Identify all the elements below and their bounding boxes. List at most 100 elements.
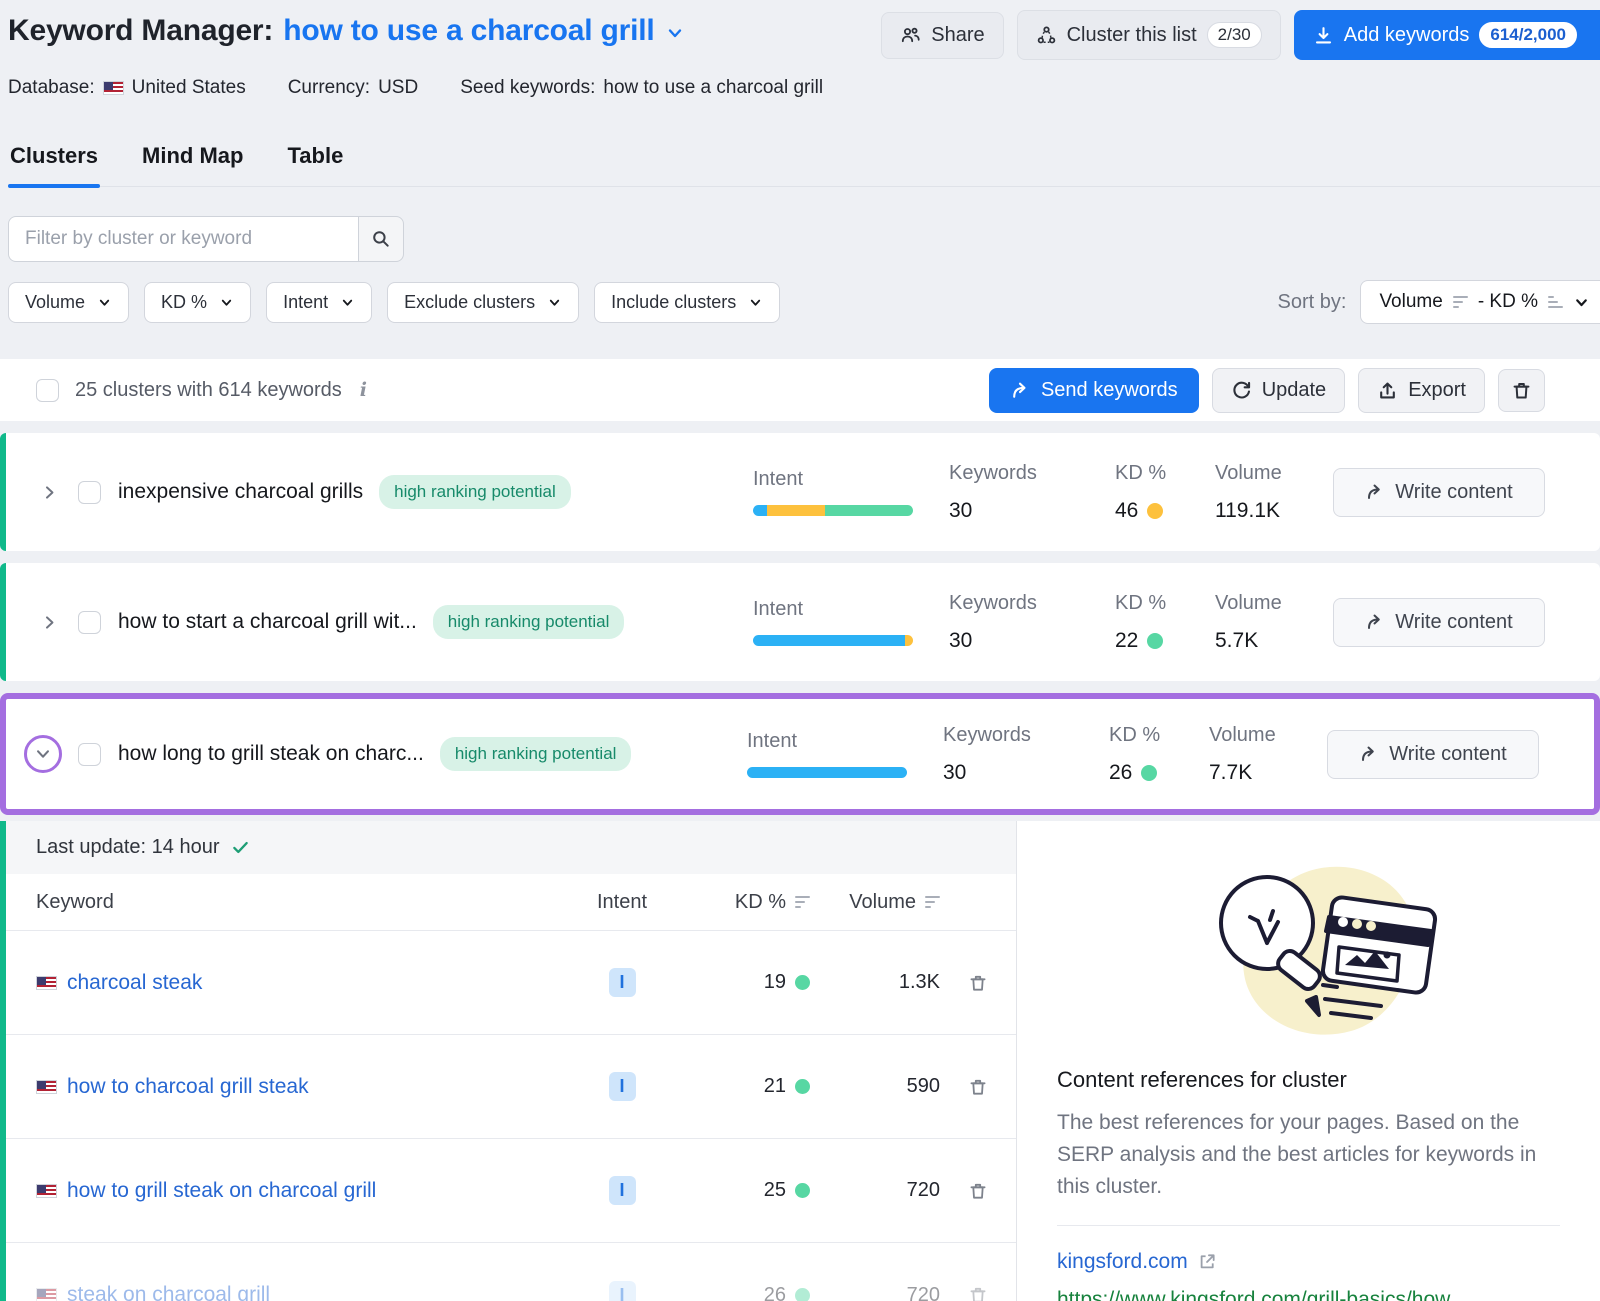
volume-filter[interactable]: Volume — [8, 282, 129, 323]
delete-keyword-button[interactable] — [940, 1181, 1016, 1201]
intent-badge: I — [609, 1281, 636, 1301]
update-button[interactable]: Update — [1212, 368, 1346, 413]
us-flag-icon — [36, 1288, 57, 1301]
sort-desc-icon — [1453, 296, 1468, 309]
keyword-link[interactable]: charcoal steak — [67, 971, 202, 995]
ranking-potential-badge: high ranking potential — [433, 605, 625, 639]
cluster-row-inexpensive-charcoal-grills: inexpensive charcoal grills high ranking… — [0, 433, 1600, 551]
tab-mind-map[interactable]: Mind Map — [140, 133, 245, 186]
reference-url[interactable]: https://www.kingsford.com/grill-basics/h… — [1017, 1274, 1600, 1301]
forward-arrow-icon — [1359, 744, 1379, 764]
volume-label: Volume — [1215, 462, 1333, 485]
include-clusters-filter[interactable]: Include clusters — [594, 282, 780, 323]
cluster-icon — [1036, 25, 1057, 46]
export-button[interactable]: Export — [1358, 368, 1485, 413]
export-icon — [1377, 380, 1398, 401]
share-icon — [900, 25, 921, 45]
column-volume[interactable]: Volume — [849, 891, 916, 914]
last-update-text: Last update: 14 hour — [36, 836, 219, 859]
kd-label: KD % — [1115, 592, 1215, 615]
collapse-chevron-icon[interactable] — [24, 735, 62, 773]
write-content-button[interactable]: Write content — [1333, 598, 1545, 647]
expand-chevron-icon[interactable] — [36, 479, 62, 505]
sort-by-dropdown[interactable]: Volume - KD % — [1360, 280, 1600, 324]
cluster-name[interactable]: how to start a charcoal grill wit... — [118, 610, 417, 634]
chevron-down-icon — [748, 295, 763, 310]
column-kd[interactable]: KD % — [735, 891, 786, 914]
write-content-button[interactable]: Write content — [1333, 468, 1545, 517]
view-tabs: Clusters Mind Map Table — [8, 133, 1600, 187]
keywords-table-header: Keyword Intent KD % Volume — [6, 874, 1016, 931]
select-all-checkbox[interactable] — [36, 379, 59, 402]
us-flag-icon — [36, 976, 57, 990]
keyword-volume: 1.3K — [810, 971, 940, 994]
ranking-potential-badge: high ranking potential — [379, 475, 571, 509]
keywords-count: 30 — [949, 499, 1115, 523]
tab-clusters[interactable]: Clusters — [8, 133, 100, 186]
delete-keyword-button[interactable] — [940, 1285, 1016, 1301]
delete-list-button[interactable] — [1498, 369, 1545, 412]
us-flag-icon — [36, 1184, 57, 1198]
send-keywords-button[interactable]: Send keywords — [989, 368, 1199, 413]
keywords-label: Keywords — [949, 592, 1115, 615]
keyword-row: steak on charcoal grill I 26 720 — [6, 1243, 1016, 1301]
cluster-count-badge: 2/30 — [1207, 22, 1262, 48]
search-icon — [371, 229, 391, 249]
references-title: Content references for cluster — [1057, 1067, 1560, 1093]
intent-badge: I — [609, 1176, 636, 1205]
keyword-volume: 720 — [810, 1179, 940, 1202]
reference-domain-link[interactable]: kingsford.com — [1057, 1250, 1188, 1274]
intent-badge: I — [609, 968, 636, 997]
cluster-this-list-button[interactable]: Cluster this list 2/30 — [1017, 10, 1281, 60]
selection-toolbar: 25 clusters with 614 keywords i Send key… — [0, 359, 1600, 421]
cluster-checkbox[interactable] — [78, 611, 101, 634]
references-description: The best references for your pages. Base… — [1057, 1107, 1560, 1203]
tab-table[interactable]: Table — [285, 133, 345, 186]
cluster-name[interactable]: how long to grill steak on charc... — [118, 742, 424, 766]
add-keywords-button[interactable]: Add keywords 614/2,000 — [1294, 10, 1600, 60]
search-button[interactable] — [358, 216, 404, 262]
sort-desc-icon[interactable] — [795, 896, 810, 909]
intent-filter[interactable]: Intent — [266, 282, 372, 323]
kd-label: KD % — [1109, 724, 1209, 747]
keyword-row: charcoal steak I 19 1.3K — [6, 931, 1016, 1035]
delete-keyword-button[interactable] — [940, 973, 1016, 993]
exclude-clusters-filter[interactable]: Exclude clusters — [387, 282, 579, 323]
share-button[interactable]: Share — [881, 12, 1003, 59]
kd-dot — [1147, 633, 1163, 649]
intent-bar — [753, 635, 913, 646]
refresh-icon — [1231, 380, 1252, 401]
volume-value: 119.1K — [1215, 499, 1333, 523]
volume-value: 5.7K — [1215, 629, 1333, 653]
chevron-down-icon[interactable] — [665, 23, 685, 43]
page-title: Keyword Manager: how to use a charcoal g… — [8, 10, 685, 48]
write-content-button[interactable]: Write content — [1327, 730, 1539, 779]
intent-badge: I — [609, 1072, 636, 1101]
chevron-down-icon — [97, 295, 112, 310]
search-input[interactable] — [8, 216, 358, 262]
ranking-potential-badge: high ranking potential — [440, 737, 632, 771]
delete-keyword-button[interactable] — [940, 1077, 1016, 1097]
cluster-name[interactable]: inexpensive charcoal grills — [118, 480, 363, 504]
filter-bar: Volume KD % Intent Exclude clusters Incl… — [8, 280, 1600, 324]
kd-value: 26 — [1109, 761, 1209, 785]
external-link-icon[interactable] — [1198, 1252, 1217, 1271]
kd-dot — [1147, 503, 1163, 519]
kd-value: 22 — [1115, 629, 1215, 653]
keyword-link[interactable]: how to charcoal grill steak — [67, 1075, 309, 1099]
info-icon[interactable]: i — [358, 379, 367, 401]
us-flag-icon — [36, 1080, 57, 1094]
currency-value: USD — [378, 77, 418, 99]
keyword-link[interactable]: how to grill steak on charcoal grill — [67, 1179, 376, 1203]
sort-desc-icon[interactable] — [925, 896, 940, 909]
cluster-checkbox[interactable] — [78, 743, 101, 766]
intent-bar — [753, 505, 913, 516]
selection-summary: 25 clusters with 614 keywords — [75, 379, 342, 402]
intent-bar — [747, 767, 907, 778]
database-value: United States — [132, 77, 246, 99]
keyword-link[interactable]: steak on charcoal grill — [67, 1283, 270, 1301]
list-name-dropdown[interactable]: how to use a charcoal grill — [283, 14, 654, 48]
kd-filter[interactable]: KD % — [144, 282, 251, 323]
expand-chevron-icon[interactable] — [36, 609, 62, 635]
cluster-checkbox[interactable] — [78, 481, 101, 504]
